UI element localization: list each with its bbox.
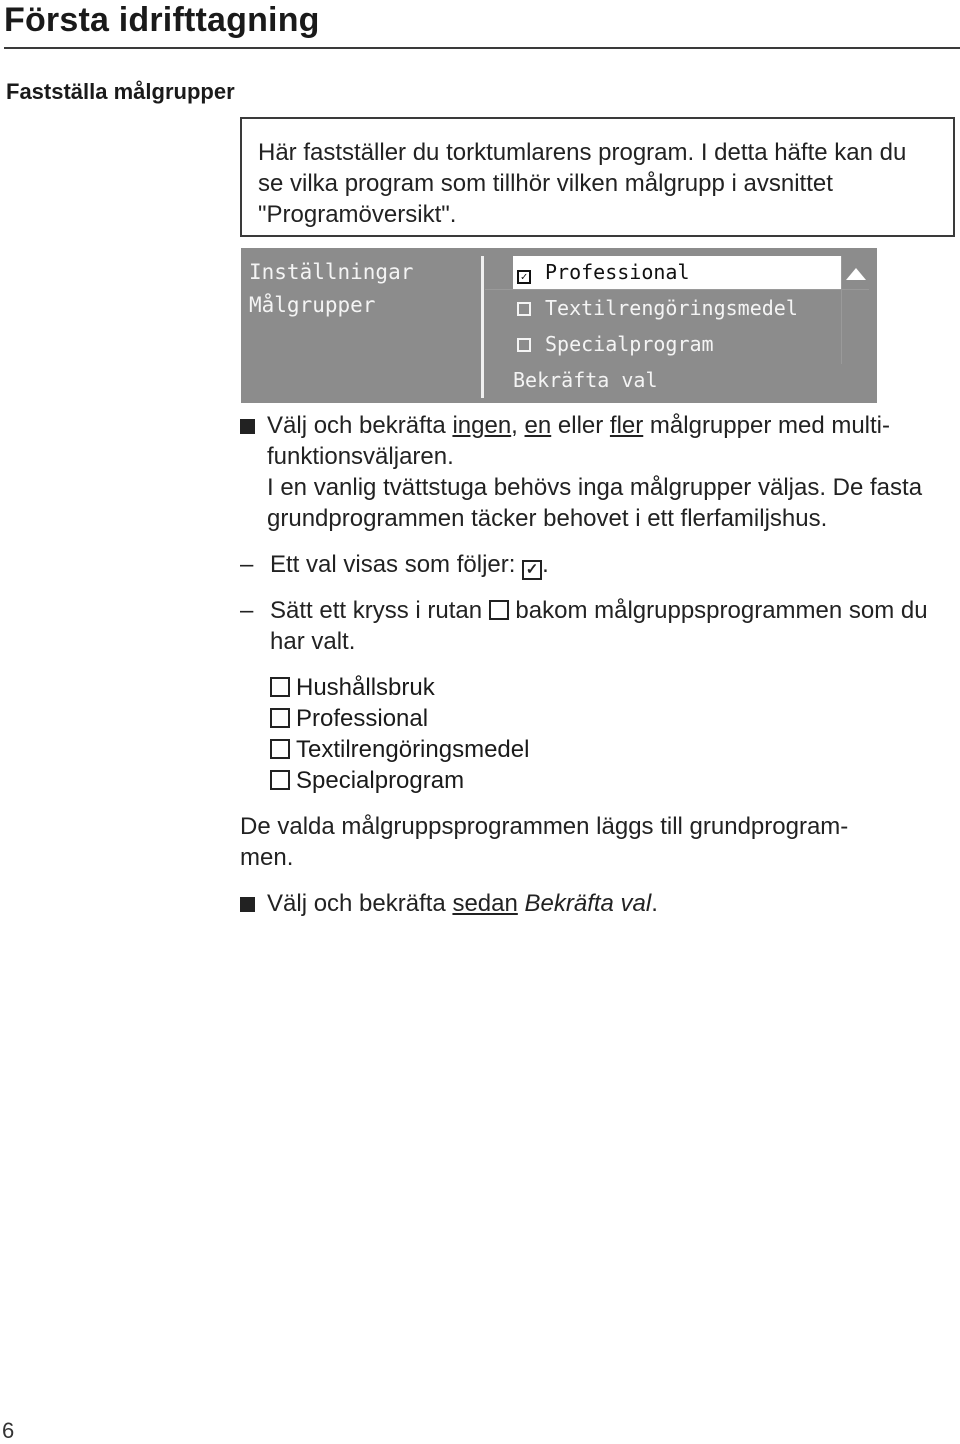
bullet-square-icon	[240, 897, 255, 912]
display-confirm-selection[interactable]: Bekräfta val	[513, 364, 658, 397]
confirm-selection-reference: Bekräfta val	[524, 890, 652, 917]
checklist-item-household[interactable]: Hushållsbruk	[270, 672, 435, 703]
title-divider	[4, 47, 960, 49]
info-box: Här fastställer du torktumlarens program…	[240, 117, 955, 237]
menu-path-settings: Inställningar	[249, 260, 414, 284]
instruction-note: I en vanlig tvättstuga behövs inga målgr…	[267, 474, 923, 532]
summary-text: De valda målgruppsprogrammen läggs till …	[240, 813, 849, 871]
control-panel-display: Inställningar Målgrupper ✓ Professional T…	[241, 248, 877, 403]
display-row-divider	[485, 289, 869, 290]
checkbox-icon[interactable]	[270, 677, 290, 697]
page-number: 6	[2, 1418, 15, 1443]
instruction-step-1: Välj och bekräfta ingen, en eller fler m…	[267, 410, 957, 534]
underline-none: ingen	[452, 412, 512, 439]
unchecked-box-icon	[517, 338, 531, 352]
display-item-special[interactable]: Specialprogram	[513, 328, 714, 361]
page-title: Första idrifttagning	[4, 1, 320, 39]
dash-icon: –	[240, 597, 254, 624]
checkbox-icon[interactable]	[270, 739, 290, 759]
unchecked-box-icon	[517, 302, 531, 316]
checked-box-icon: ✓	[522, 560, 543, 580]
display-divider	[481, 256, 484, 398]
checkbox-icon[interactable]	[270, 770, 290, 790]
dash-icon: –	[240, 551, 254, 578]
underline-one: en	[524, 412, 552, 439]
menu-path-target-groups: Målgrupper	[249, 293, 376, 317]
checkbox-icon[interactable]	[270, 708, 290, 728]
checklist-item-textile[interactable]: Textilrengöringsmedel	[270, 734, 529, 765]
checklist-item-special[interactable]: Specialprogram	[270, 765, 464, 796]
underline-several: fler	[609, 412, 644, 439]
triangle-up-icon[interactable]	[846, 268, 866, 280]
info-text: Här fastställer du torktumlarens program…	[258, 139, 907, 228]
selection-indicator-text: Ett val visas som följer: ✓.	[270, 551, 549, 580]
display-scrollbar[interactable]	[841, 256, 870, 364]
menu-path: Inställningar Målgrupper	[249, 256, 413, 322]
checklist-item-professional[interactable]: Professional	[270, 703, 428, 734]
section-title: Fastställa målgrupper	[6, 79, 235, 104]
bullet-square-icon	[240, 419, 255, 434]
checked-box-icon: ✓	[517, 270, 531, 284]
instruction-step-2: Välj och bekräfta sedan Bekräfta val.	[267, 890, 658, 917]
display-item-professional[interactable]: ✓ Professional	[513, 256, 841, 289]
check-instruction-text: Sätt ett kryss i rutan bakom målgruppspr…	[270, 597, 928, 655]
display-item-textile[interactable]: Textilrengöringsmedel	[513, 292, 798, 325]
underline-then: sedan	[452, 890, 518, 917]
unchecked-box-icon	[488, 600, 509, 620]
